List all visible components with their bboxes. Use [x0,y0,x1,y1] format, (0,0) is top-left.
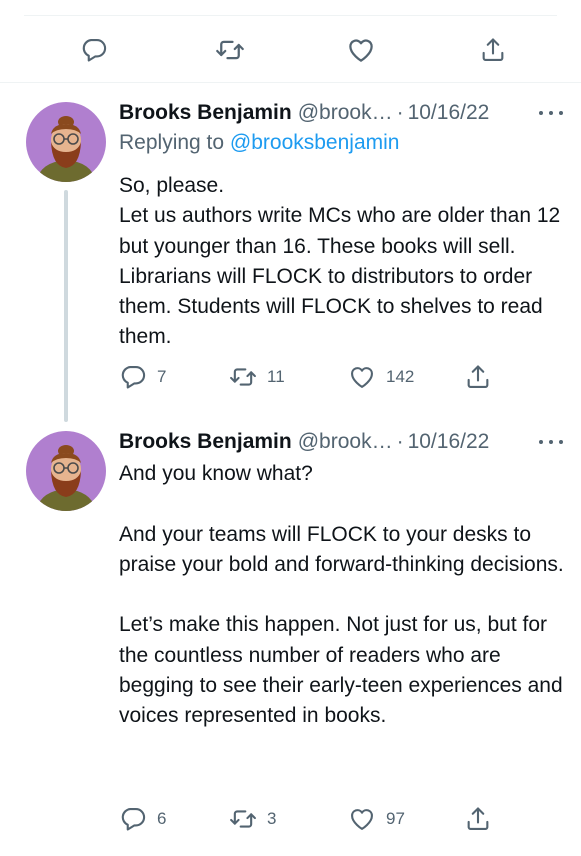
separator-dot: · [396,430,404,453]
reply-button[interactable]: 6 [119,802,166,836]
retweet-icon [229,805,257,833]
section-divider [0,82,581,83]
replying-prefix: Replying to [119,131,230,154]
like-button[interactable]: 142 [348,360,414,394]
more-dot [549,111,553,115]
heart-icon [348,805,376,833]
share-icon [479,36,507,64]
share-button[interactable] [473,30,513,70]
author-name[interactable]: Brooks Benjamin [119,101,292,125]
heart-icon [346,35,376,65]
reply-count: 6 [157,809,167,828]
tweet-text: And you know what? And your teams will F… [119,462,564,728]
reply-count: 7 [157,367,167,386]
comment-icon [80,36,108,64]
tweet-text: So, please. Let us authors write MCs who… [119,174,561,349]
tweet-date[interactable]: 10/16/22 [408,430,490,454]
thread-line [64,190,68,422]
more-dot [559,440,563,444]
top-divider [24,15,557,16]
tweet-header: Brooks Benjamin @brook… · 10/16/22 [119,98,567,128]
like-button[interactable] [341,30,381,70]
avatar-image [26,431,106,511]
tweet-actions: 6 3 97 [119,802,521,836]
more-dot [539,111,543,115]
author-handle[interactable]: @brook… [298,101,393,125]
reply-button[interactable]: 7 [119,360,166,394]
like-count: 97 [386,809,405,828]
retweet-icon [229,363,257,391]
comment-icon [119,363,147,391]
retweet-icon [215,35,245,65]
retweet-button[interactable]: 11 [229,360,285,394]
reply-button[interactable] [74,30,114,70]
more-dot [559,111,563,115]
more-options-button[interactable] [537,431,565,453]
like-count: 142 [386,367,415,386]
like-button[interactable]: 97 [348,802,405,836]
share-icon [464,805,492,833]
more-dot [539,440,543,444]
main-tweet-actions [0,22,581,78]
retweet-button[interactable] [210,30,250,70]
reply-tweet-2[interactable]: Brooks Benjamin @brook… · 10/16/22 And y… [0,425,581,850]
tweet-date[interactable]: 10/16/22 [408,101,490,125]
avatar-image [26,102,106,182]
avatar[interactable] [26,431,106,511]
separator-dot: · [396,101,404,124]
avatar[interactable] [26,102,106,182]
more-dot [549,440,553,444]
heart-icon [348,363,376,391]
more-options-button[interactable] [537,102,565,124]
replying-to: Replying to @brooksbenjamin [119,131,399,155]
tweet-header: Brooks Benjamin @brook… · 10/16/22 [119,427,567,457]
reply-tweet-1[interactable]: Brooks Benjamin @brook… · 10/16/22 Reply… [0,96,581,426]
retweet-button[interactable]: 3 [229,802,276,836]
comment-icon [119,805,147,833]
tweet-actions: 7 11 142 [119,360,521,394]
author-name[interactable]: Brooks Benjamin [119,430,292,454]
share-button[interactable] [464,802,492,836]
author-handle[interactable]: @brook… [298,430,393,454]
retweet-count: 3 [267,809,277,828]
share-button[interactable] [464,360,492,394]
share-icon [464,363,492,391]
replying-mention[interactable]: @brooksbenjamin [230,131,400,154]
retweet-count: 11 [267,367,285,386]
